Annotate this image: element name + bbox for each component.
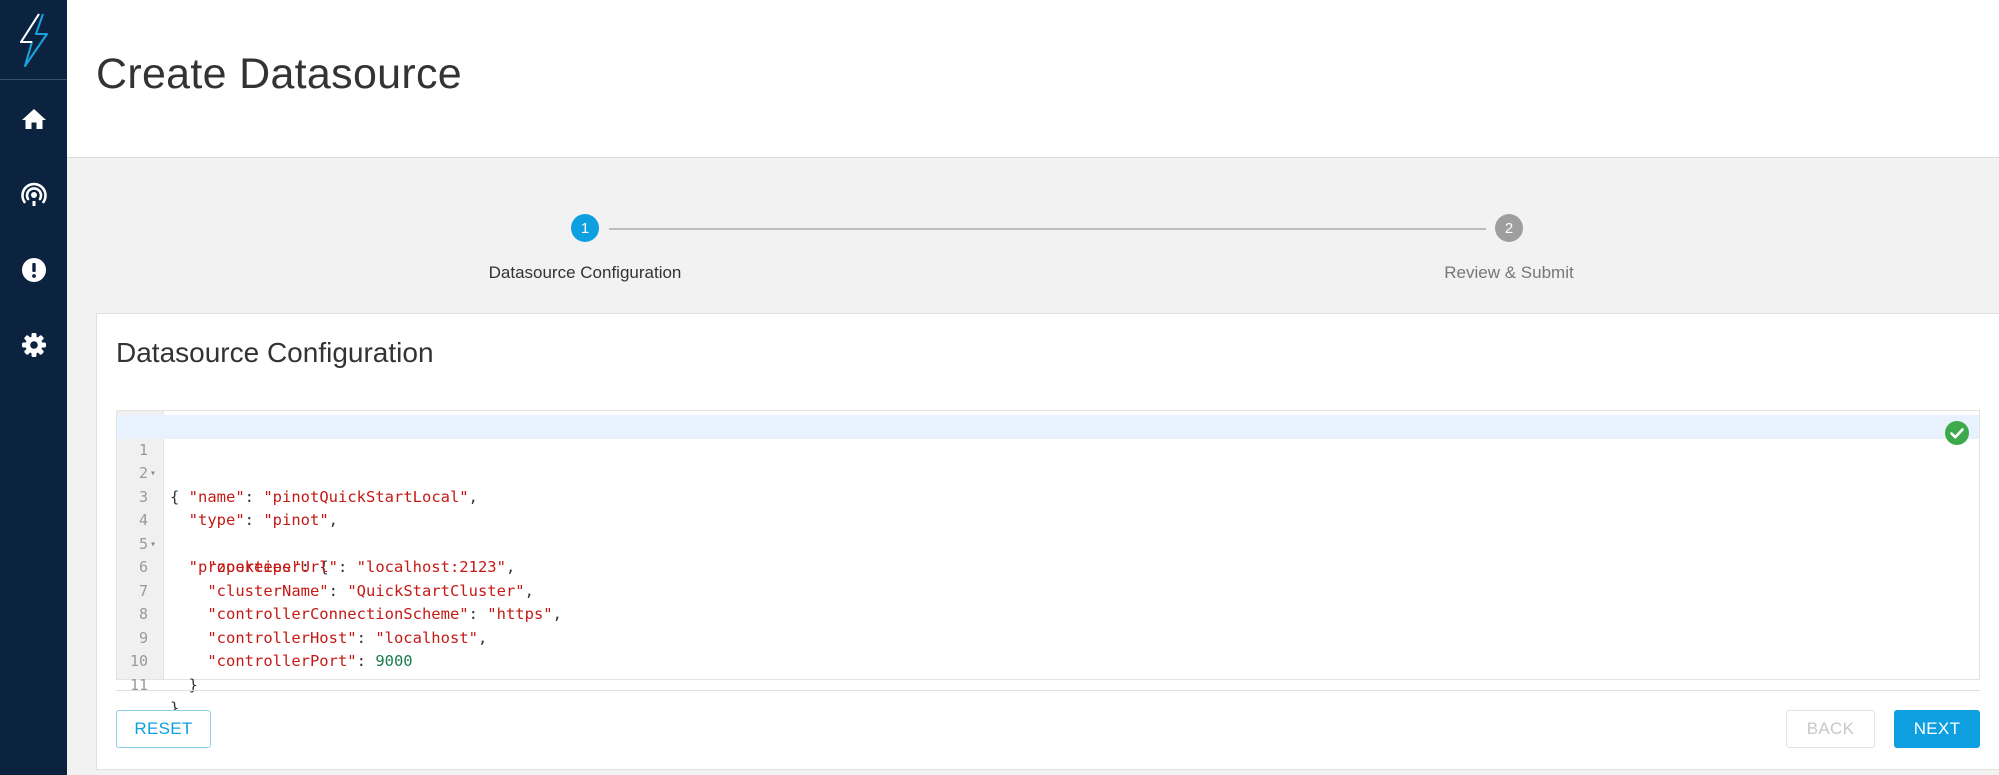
line-number: 11 bbox=[129, 675, 148, 694]
sidebar-item-broadcast[interactable] bbox=[0, 170, 67, 220]
datasource-config-card: Datasource Configuration 1 ▾ { 2 "name":… bbox=[96, 313, 1999, 770]
back-button[interactable]: BACK bbox=[1786, 710, 1875, 748]
step-2-label: Review & Submit bbox=[1444, 263, 1574, 282]
editor-line: 3 "type": "pinot", bbox=[117, 462, 1979, 530]
editor-line: 5 "zookeeperUrl": "localhost:2123", bbox=[117, 509, 1979, 577]
lightning-bolt-icon bbox=[19, 12, 48, 67]
editor-line: 8 "controllerHost": "localhost", bbox=[117, 580, 1979, 647]
step-2-indicator[interactable]: 2 bbox=[1495, 214, 1523, 242]
editor-line: 7 "controllerConnectionScheme": "https", bbox=[117, 556, 1979, 624]
home-icon bbox=[21, 109, 46, 129]
editor-line: 9 "controllerPort": 9000 bbox=[117, 603, 1979, 671]
alert-circle-icon bbox=[21, 258, 46, 282]
card-divider bbox=[116, 690, 1980, 691]
app-logo[interactable] bbox=[0, 0, 67, 80]
sidebar-item-settings[interactable] bbox=[0, 320, 67, 370]
sidebar bbox=[0, 0, 67, 775]
step-1-indicator[interactable]: 1 bbox=[571, 214, 599, 242]
page-header: Create Datasource bbox=[67, 0, 1999, 158]
card-title: Datasource Configuration bbox=[116, 337, 434, 368]
editor-line: 2 "name": "pinotQuickStartLocal", bbox=[117, 439, 1979, 506]
step-1-label: Datasource Configuration bbox=[488, 263, 682, 282]
sidebar-item-home[interactable] bbox=[0, 94, 67, 144]
editor-line: 10 } bbox=[117, 627, 1979, 694]
check-circle-icon bbox=[1945, 421, 1969, 445]
stepper-connector bbox=[609, 228, 1486, 230]
page-title: Create Datasource bbox=[96, 50, 463, 98]
editor-line: 1 ▾ { bbox=[117, 415, 1979, 506]
json-editor[interactable]: 1 ▾ { 2 "name": "pinotQuickStartLocal", … bbox=[116, 410, 1980, 718]
reset-button[interactable]: RESET bbox=[116, 710, 211, 748]
next-button[interactable]: NEXT bbox=[1894, 710, 1980, 748]
sidebar-item-alerts[interactable] bbox=[0, 245, 67, 295]
editor-line: 6 "clusterName": "QuickStartCluster", bbox=[117, 533, 1979, 600]
gear-icon bbox=[21, 333, 46, 357]
broadcast-icon bbox=[20, 182, 47, 206]
editor-line: 4 ▾ "properties": { bbox=[117, 486, 1979, 576]
editor-line: 11 } bbox=[117, 650, 1979, 718]
